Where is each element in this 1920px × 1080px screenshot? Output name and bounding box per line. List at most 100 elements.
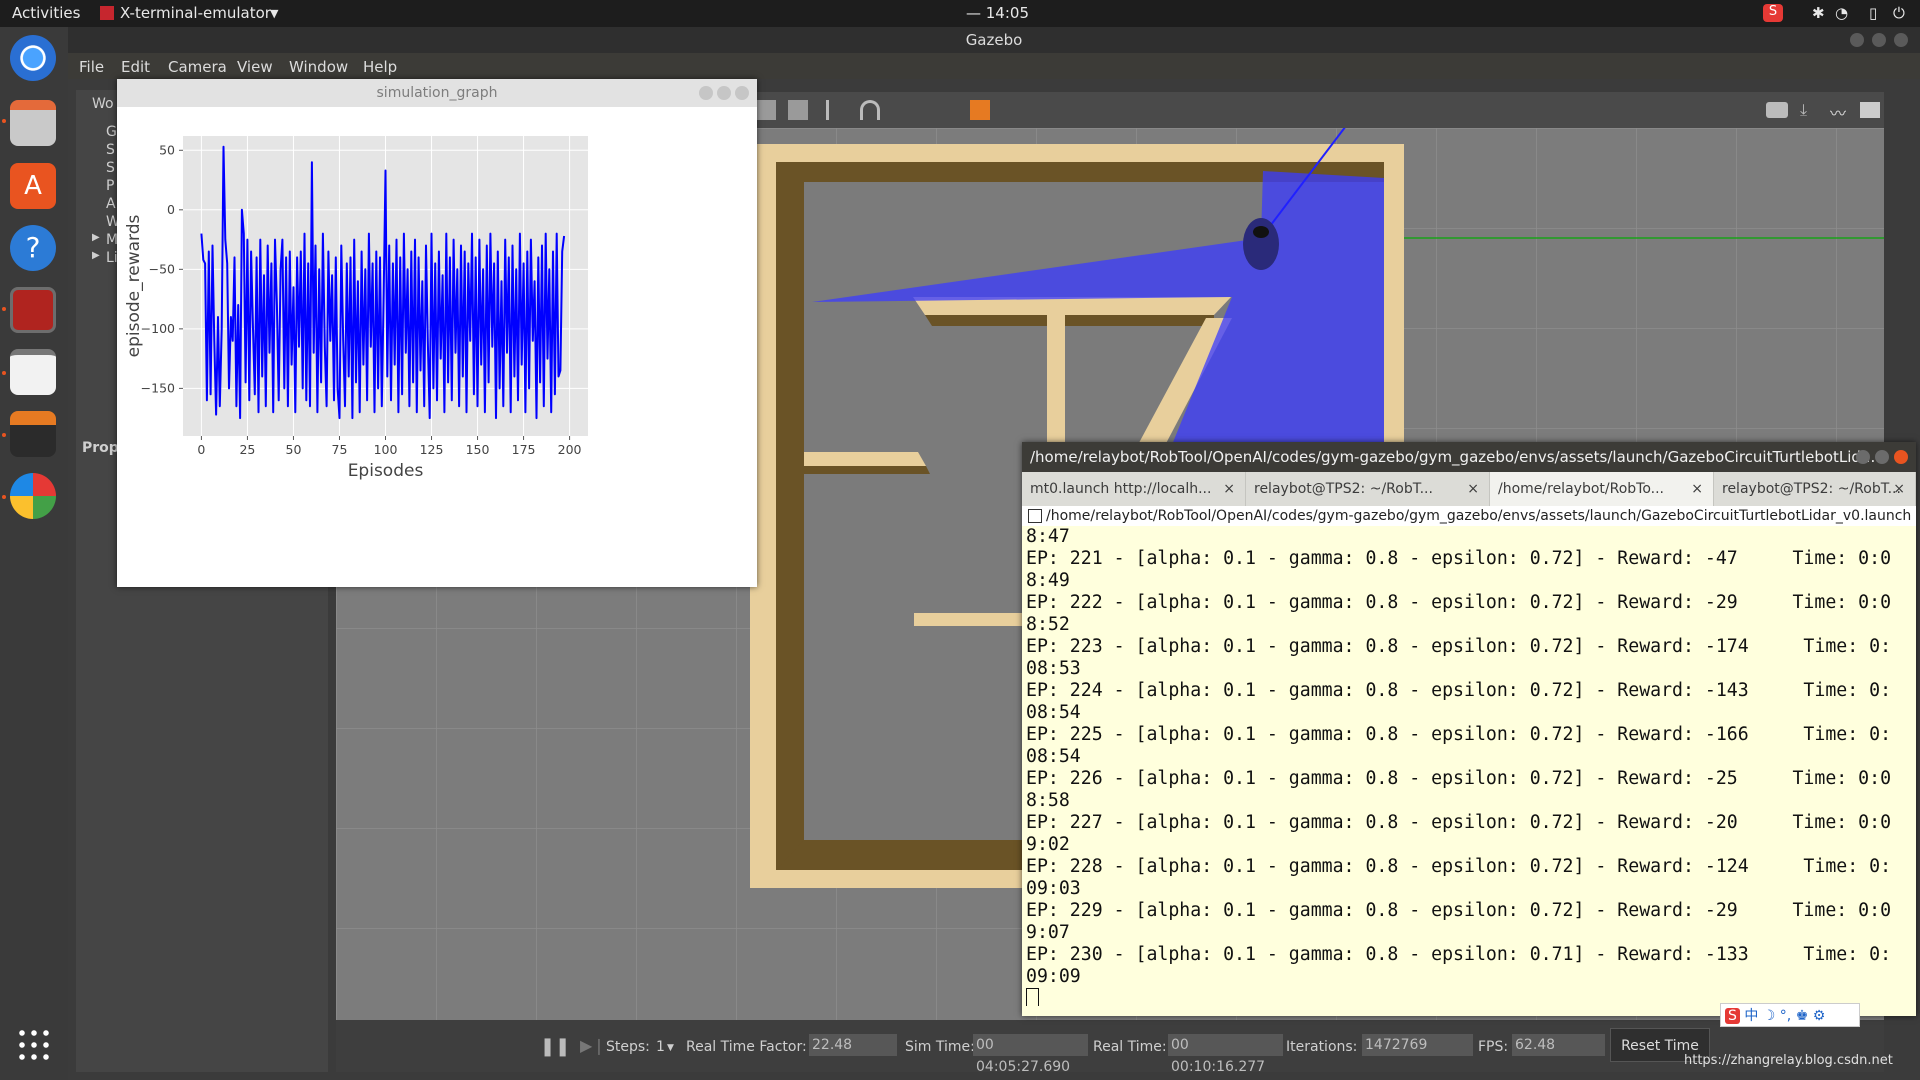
terminal-tab-4[interactable]: relaybot@TPS2: ~/RobT... × [1714,472,1916,506]
terminal-output[interactable]: 8:47 EP: 221 - [alpha: 0.1 - gamma: 0.8 -… [1026,526,1906,1006]
expand-arrow-icon[interactable]: ▶ [92,250,100,261]
steps-label: Steps: [606,1039,650,1055]
minimize-icon[interactable] [1850,33,1864,47]
terminal-tab-3[interactable]: /home/relaybot/RobTo... × [1490,472,1714,506]
y-axis-label: episode_rewards [124,215,144,358]
app-menu-button[interactable]: X-terminal-emulator [120,4,271,22]
close-tab-icon[interactable]: × [1691,472,1703,506]
sim-time-field: 00 04:05:27.690 [973,1034,1088,1075]
menu-help[interactable]: Help [363,58,397,76]
terminal-line: 08:54 [1026,702,1081,723]
maximize-icon[interactable] [717,86,731,100]
plot-window-title: simulation_graph [376,85,498,101]
top-bar: Activities X-terminal-emulator ▼ — 14:05… [0,0,1920,27]
tab-label: relaybot@TPS2: ~/RobT... [1254,481,1433,497]
pinwheel-app-icon[interactable] [10,473,56,519]
menu-edit[interactable]: Edit [121,58,150,76]
sogou-ime-icon[interactable]: S [1763,4,1783,22]
tree-item-scene[interactable]: S [106,142,115,158]
terminal-window: /home/relaybot/RobTool/OpenAI/codes/gym-… [1022,442,1916,1016]
terminal-line: EP: 226 - [alpha: 0.1 - gamma: 0.8 - eps… [1026,768,1892,789]
gazebo-title-bar: Gazebo [68,27,1920,53]
minimize-icon[interactable] [699,86,713,100]
power-icon[interactable]: ⏻ [1893,4,1905,22]
rtf-label: Real Time Factor: [686,1039,807,1055]
show-apps-icon[interactable] [16,1027,52,1063]
close-icon[interactable] [1894,450,1908,464]
clock[interactable]: — 14:05 [966,4,1029,22]
tree-item-lights[interactable]: Li [106,250,118,266]
tree-item-spherical[interactable]: S [106,160,115,176]
plot-icon[interactable]: 〰 [1830,100,1850,123]
close-icon[interactable] [735,86,749,100]
running-indicator [2,307,6,311]
chevron-down-icon[interactable]: ▼ [667,1043,674,1053]
y-tick-label: 50 [159,142,175,157]
real-time-label: Real Time: [1093,1039,1167,1055]
plot-window-title-bar: simulation_graph [117,79,757,107]
terminal-icon[interactable] [10,287,56,333]
close-tab-icon[interactable]: × [1223,472,1235,506]
terminal-line: EP: 227 - [alpha: 0.1 - gamma: 0.8 - eps… [1026,812,1892,833]
minimize-icon[interactable] [1856,450,1870,464]
terminal-tab-2[interactable]: relaybot@TPS2: ~/RobT... × [1246,472,1490,506]
menu-view[interactable]: View [237,58,273,76]
running-indicator [2,371,6,375]
terminal-line: 08:54 [1026,746,1081,767]
gazebo-menu-bar: File Edit Camera View Window Help [68,53,1920,79]
close-tab-icon[interactable]: × [1467,472,1479,506]
files-icon[interactable] [10,100,56,146]
fps-label: FPS: [1478,1039,1509,1055]
close-tab-icon[interactable]: × [1893,472,1905,506]
x-tick-label: 200 [558,442,582,457]
close-icon[interactable] [1894,33,1908,47]
software-center-icon[interactable]: A [10,163,56,209]
snap-icon[interactable] [860,100,880,120]
menu-camera[interactable]: Camera [168,58,227,76]
maximize-icon[interactable] [1875,450,1889,464]
activities-button[interactable]: Activities [12,4,80,22]
screenshot-icon[interactable] [1766,102,1788,118]
chevron-down-icon[interactable]: ▼ [270,7,278,20]
video-record-icon[interactable] [1860,102,1880,118]
expand-arrow-icon[interactable]: ▶ [92,232,100,243]
maximize-icon[interactable] [1872,33,1886,47]
x-tick-label: 150 [466,442,490,457]
copy-icon[interactable] [756,100,776,120]
text-editor-icon[interactable] [10,349,56,395]
running-indicator [2,119,6,123]
change-view-icon[interactable] [970,100,990,120]
menu-window[interactable]: Window [289,58,348,76]
ime-status-bar[interactable]: S 中 ☽ °, ♚ ⚙ [1720,1003,1860,1027]
x-tick-label: 175 [512,442,536,457]
command-icon [1028,509,1042,523]
steps-value[interactable]: 1 [656,1039,665,1055]
chrome-icon[interactable] [10,35,56,81]
step-icon[interactable]: ▶❘ [580,1036,606,1055]
terminal-title: /home/relaybot/RobTool/OpenAI/codes/gym-… [1030,448,1876,466]
terminal-tab-1[interactable]: mt0.launch http://localh... × [1022,472,1246,506]
terminal-line: 9:02 [1026,834,1070,855]
virtualbox-icon[interactable] [10,411,56,457]
battery-icon[interactable]: ▯ [1869,4,1877,22]
launcher-dock: A ? [0,27,68,1080]
pause-icon[interactable]: ❚❚ [540,1036,570,1057]
paste-icon[interactable] [788,100,808,120]
bluetooth-icon[interactable]: ✱ [1812,4,1825,22]
wifi-icon[interactable]: ◔ [1835,4,1848,22]
tree-item-atmosphere[interactable]: A [106,196,116,212]
log-icon[interactable]: ⤓ [1800,100,1820,120]
terminal-line: EP: 229 - [alpha: 0.1 - gamma: 0.8 - eps… [1026,900,1892,921]
tree-item-physics[interactable]: P [106,178,114,194]
terminal-line: 9:07 [1026,922,1070,943]
y-tick-label: −50 [149,261,175,276]
tree-item-gui[interactable]: G [106,124,117,140]
help-icon[interactable]: ? [10,225,56,271]
terminal-path-text: /home/relaybot/RobTool/OpenAI/codes/gym-… [1046,508,1916,524]
align-icon[interactable] [826,100,846,120]
terminal-line: 08:53 [1026,658,1081,679]
menu-file[interactable]: File [79,58,104,76]
terminal-line: EP: 225 - [alpha: 0.1 - gamma: 0.8 - eps… [1026,724,1892,745]
x-tick-label: 100 [374,442,398,457]
tab-world[interactable]: Wo [92,96,114,112]
